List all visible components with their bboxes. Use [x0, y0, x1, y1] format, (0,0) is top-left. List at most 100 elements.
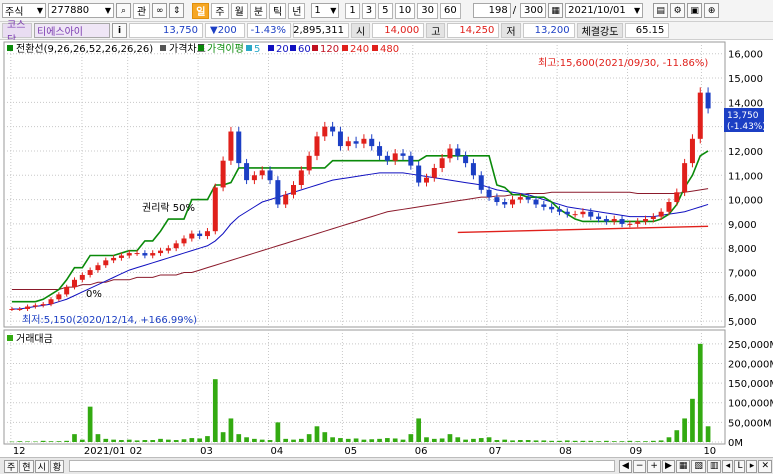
line-icon[interactable]: L: [734, 459, 746, 473]
volume-bar: [252, 438, 257, 442]
total-count-input[interactable]: 300: [520, 3, 547, 18]
candle-body: [345, 141, 351, 147]
ma-swatch: [198, 45, 204, 51]
interval-button-0[interactable]: 1: [345, 2, 360, 19]
volume-bar: [25, 441, 30, 442]
expand-icon[interactable]: ▦: [675, 459, 691, 473]
volume-bar: [572, 440, 578, 442]
volume-bar: [564, 440, 570, 442]
date-tick-label: 03: [200, 446, 213, 457]
volume-bar: [658, 440, 664, 442]
search-icon[interactable]: ⌕: [116, 3, 131, 18]
updown-stepper-icon[interactable]: ⇕: [169, 3, 185, 18]
candle-body: [56, 294, 62, 300]
interval-button-4[interactable]: 30: [417, 2, 439, 19]
candle-body: [165, 248, 171, 251]
volume-bar: [283, 438, 289, 442]
bottom-tab-3[interactable]: 황: [49, 459, 65, 473]
volume-bar: [338, 438, 343, 442]
candle-body: [212, 187, 218, 232]
period-tab-1[interactable]: 주: [211, 2, 229, 19]
interval-button-2[interactable]: 5: [378, 2, 393, 19]
volume-bar: [33, 441, 38, 443]
current-price-tag-pct: (-1.43%): [727, 122, 766, 132]
candle-body: [189, 233, 195, 239]
candle-body: [455, 148, 461, 156]
volume-bar: [173, 440, 179, 442]
candle-body: [181, 238, 187, 244]
ma-period-swatch: [246, 45, 252, 51]
candle-body: [689, 138, 695, 164]
ma-period-label: 120: [320, 44, 339, 55]
price-tick-label: 7,000: [728, 269, 757, 280]
bottom-tab-2[interactable]: 시: [34, 459, 49, 473]
period-tab-3[interactable]: 분: [249, 2, 268, 19]
interval-button-group: 1 3 5 10 30 60: [345, 2, 462, 19]
candle-body: [643, 219, 649, 222]
horizontal-scrollbar[interactable]: [69, 460, 615, 472]
candle-body: [470, 163, 476, 176]
interval-button-5[interactable]: 60: [440, 2, 461, 19]
candle-body: [291, 185, 297, 195]
interval-button-1[interactable]: 3: [361, 2, 377, 19]
volume-tick-label: 100,000M: [728, 399, 773, 410]
date-tick-label: 12: [13, 446, 26, 457]
period-tab-4[interactable]: 틱: [269, 2, 287, 19]
scroll-left-icon[interactable]: ◀: [618, 459, 632, 473]
scroll-right-icon[interactable]: ▶: [661, 459, 675, 473]
volume-bar: [424, 437, 429, 442]
date-tick-label: 06: [415, 446, 428, 457]
info-icon[interactable]: i: [112, 23, 127, 38]
period-tab-2[interactable]: 월: [230, 2, 248, 19]
chart-mode-icon[interactable]: ▧: [691, 459, 706, 473]
candle-body: [494, 197, 500, 203]
candle-body: [17, 308, 23, 310]
bottom-tab-1[interactable]: 현: [19, 459, 34, 473]
cursor-right-icon[interactable]: ▸: [746, 459, 758, 473]
date-tick-label: 02: [130, 446, 143, 457]
volume-bar: [510, 440, 515, 442]
unit-select[interactable]: 1 ▼: [311, 3, 340, 18]
period-tab-5[interactable]: 년: [288, 2, 306, 19]
calendar-icon[interactable]: ▦: [548, 3, 564, 18]
candle-body: [486, 189, 492, 198]
link-icon[interactable]: ∞: [152, 3, 168, 18]
volume-bar: [87, 406, 93, 442]
volume-bar: [619, 441, 625, 442]
volume-bar: [408, 434, 414, 442]
volume-bar: [64, 440, 70, 442]
save-icon[interactable]: ▤: [653, 3, 669, 18]
volume-bar: [181, 439, 187, 442]
volume-bar: [79, 439, 85, 442]
stock-code-value: 277880: [51, 5, 90, 16]
price-chart[interactable]: 5,000 6,000 7,000 8,000 9,000 10,000 11,000 12,…: [0, 40, 773, 457]
date-input[interactable]: 2021/10/01 ▼: [565, 3, 644, 18]
stock-name-field[interactable]: 티에스아이: [34, 23, 110, 38]
candle-body: [596, 216, 602, 220]
cursor-left-icon[interactable]: ◂: [722, 459, 734, 473]
period-tab-0[interactable]: 일: [192, 2, 210, 19]
candle-body: [556, 209, 562, 212]
manage-button[interactable]: 관: [133, 2, 151, 19]
zoom-out-icon[interactable]: −: [632, 459, 647, 473]
print-icon[interactable]: ▣: [687, 3, 703, 18]
bottom-tab-0[interactable]: 주: [4, 459, 19, 473]
layout-icon[interactable]: ▥: [706, 459, 722, 473]
volume-legend: 거래대금: [16, 333, 53, 345]
settings-icon[interactable]: ⚙: [670, 3, 686, 18]
current-price: 13,750: [129, 23, 203, 38]
zoom-icon[interactable]: ⊕: [704, 3, 720, 18]
display-count-input[interactable]: 198: [472, 3, 511, 18]
interval-button-3[interactable]: 10: [394, 2, 416, 19]
stock-code-input[interactable]: 277880 ▼: [48, 3, 114, 18]
close-icon[interactable]: ✕: [758, 459, 772, 473]
candle-body: [431, 167, 437, 178]
volume-bar: [604, 440, 609, 442]
volume-bar: [471, 438, 476, 442]
candle-body: [588, 211, 594, 217]
volume-bar: [385, 438, 390, 442]
volume-bar: [134, 440, 140, 442]
candle-body: [79, 274, 85, 280]
zoom-in-icon[interactable]: +: [647, 459, 661, 473]
candle-body: [9, 308, 15, 310]
